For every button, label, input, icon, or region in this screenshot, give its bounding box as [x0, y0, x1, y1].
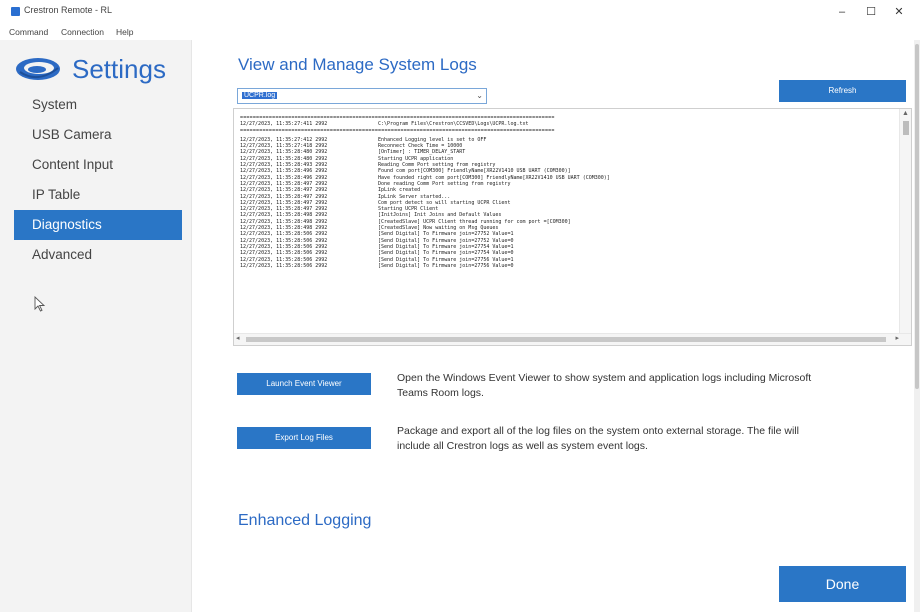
done-button[interactable]: Done: [779, 566, 906, 602]
log-content: ========================================…: [240, 115, 890, 331]
window-scrollbar[interactable]: [914, 40, 920, 612]
menu-command[interactable]: Command: [9, 27, 48, 37]
maximize-button[interactable]: ☐: [861, 4, 881, 20]
log-message: C:\Program Files\Crestron\CCSVED\Logs\UC…: [378, 121, 529, 128]
log-timestamp: 12/27/2023, 11:35:28:506 2992: [240, 262, 328, 269]
sidebar-item-content-input[interactable]: Content Input: [14, 150, 182, 180]
log-horizontal-scrollbar[interactable]: ◂ ▸: [234, 333, 911, 345]
minimize-button[interactable]: –: [832, 4, 852, 20]
sidebar-item-advanced[interactable]: Advanced: [14, 240, 182, 270]
menu-bar: Command Connection Help: [0, 24, 920, 40]
sidebar-item-diagnostics[interactable]: Diagnostics: [14, 210, 182, 240]
crestron-swirl-icon: [16, 58, 60, 80]
scroll-right-icon[interactable]: ▸: [895, 334, 899, 342]
sidebar-item-usb-camera[interactable]: USB Camera: [14, 120, 182, 150]
window-title: Crestron Remote - RL: [24, 5, 113, 15]
log-viewer[interactable]: ========================================…: [233, 108, 912, 346]
log-message: [Send Digital] To Firmware join=27756 Va…: [378, 262, 514, 269]
close-button[interactable]: ✕: [889, 4, 909, 20]
settings-title: Settings: [72, 54, 166, 84]
enhanced-logging-heading: Enhanced Logging: [238, 512, 372, 529]
page-title: View and Manage System Logs: [238, 55, 477, 74]
log-timestamp: 12/27/2023, 11:35:27:411 2992: [240, 121, 328, 128]
app-icon: [11, 7, 20, 16]
menu-connection[interactable]: Connection: [61, 27, 104, 37]
export-log-files-button[interactable]: Export Log Files: [237, 427, 371, 449]
menu-help[interactable]: Help: [116, 27, 133, 37]
log-file-select[interactable]: UCPR.log ⌄: [237, 88, 487, 104]
log-line: 12/27/2023, 11:35:28:506 2992 [Send Digit…: [240, 263, 890, 269]
main-panel: View and Manage System Logs UCPR.log ⌄ R…: [193, 40, 920, 612]
sidebar-item-system[interactable]: System: [14, 90, 182, 120]
log-horizontal-scroll-thumb[interactable]: [246, 337, 886, 342]
window-scroll-thumb[interactable]: [915, 44, 919, 389]
log-vertical-scrollbar[interactable]: ▲: [899, 109, 911, 333]
scroll-left-icon[interactable]: ◂: [236, 334, 240, 342]
refresh-button[interactable]: Refresh: [779, 80, 906, 102]
export-log-files-description: Package and export all of the log files …: [397, 425, 799, 452]
launch-event-viewer-description: Open the Windows Event Viewer to show sy…: [397, 372, 812, 399]
sidebar: Settings System USB Camera Content Input…: [0, 40, 192, 612]
log-file-select-value: UCPR.log: [242, 92, 278, 99]
launch-event-viewer-button[interactable]: Launch Event Viewer: [237, 373, 371, 395]
chevron-down-icon: ⌄: [476, 91, 483, 100]
mouse-cursor-icon: [34, 296, 46, 312]
sidebar-item-ip-table[interactable]: IP Table: [14, 180, 182, 210]
scroll-up-icon[interactable]: ▲: [902, 110, 909, 117]
title-bar: Crestron Remote - RL – ☐ ✕: [0, 0, 920, 24]
log-vertical-scroll-thumb[interactable]: [903, 121, 909, 135]
